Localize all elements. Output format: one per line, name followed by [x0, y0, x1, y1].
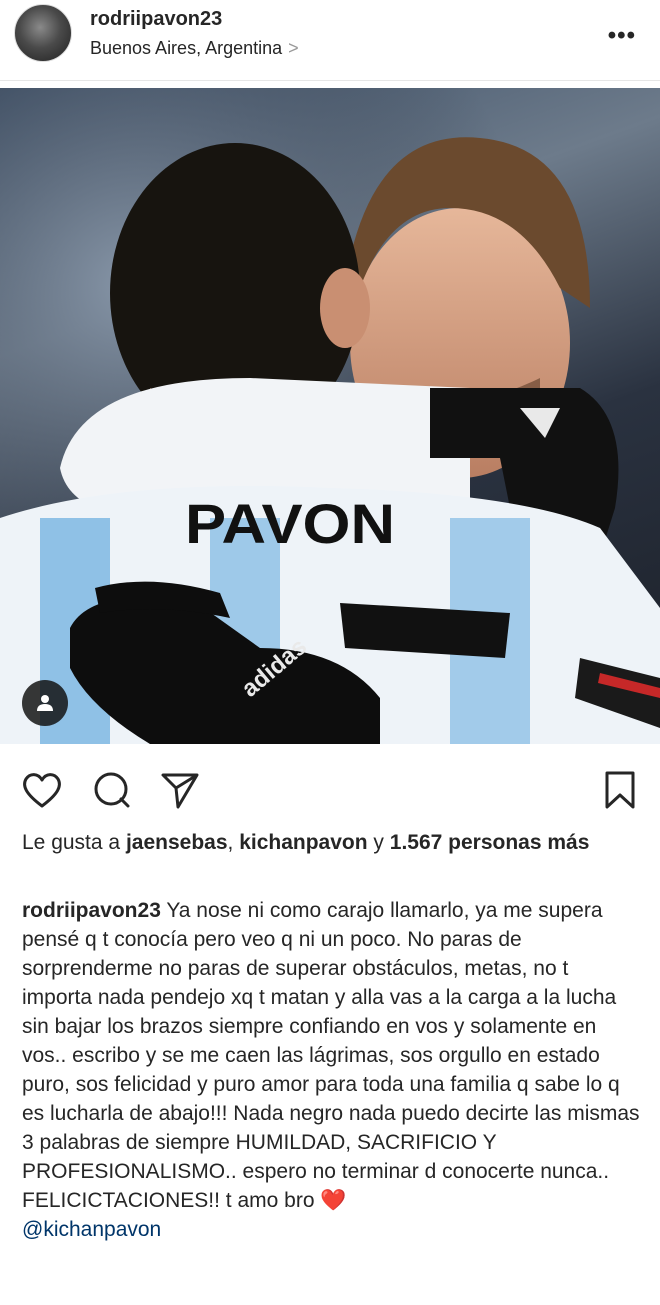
post-location[interactable]: Buenos Aires, Argentina >	[90, 38, 299, 59]
more-options-icon[interactable]: •••	[608, 22, 636, 50]
heart-emoji-icon: ❤️	[320, 1189, 347, 1212]
caption-username[interactable]: rodriipavon23	[22, 899, 161, 922]
heart-outline-icon[interactable]	[20, 768, 64, 812]
likes-prefix: Le gusta a	[22, 831, 121, 854]
bookmark-icon[interactable]	[598, 768, 642, 812]
location-text: Buenos Aires, Argentina	[90, 38, 283, 58]
post-caption: rodriipavon23 Ya nose ni como carajo lla…	[22, 896, 644, 1244]
caption-text: Ya nose ni como carajo llamarlo, ya me s…	[22, 899, 640, 1212]
likes-conj: y	[373, 831, 384, 854]
caption-mention[interactable]: @kichanpavon	[22, 1218, 161, 1241]
chevron-right-icon: >	[288, 38, 299, 58]
action-bar	[0, 760, 660, 820]
likes-summary[interactable]: Le gusta a jaensebas, kichanpavon y 1.56…	[22, 828, 642, 858]
paper-plane-icon[interactable]	[158, 768, 202, 812]
post-username[interactable]: rodriipavon23	[90, 8, 222, 31]
liker-1[interactable]: jaensebas	[126, 831, 228, 854]
photo-illustration: PAVON adidas	[0, 88, 660, 744]
header-divider	[0, 80, 660, 81]
comment-bubble-icon[interactable]	[90, 768, 134, 812]
likes-suffix[interactable]: personas más	[448, 831, 589, 854]
liker-2[interactable]: kichanpavon	[239, 831, 367, 854]
avatar[interactable]	[14, 4, 72, 62]
likes-separator: ,	[227, 831, 234, 854]
jersey-name-text: PAVON	[185, 492, 395, 555]
likes-count[interactable]: 1.567	[390, 831, 443, 854]
user-tag-icon[interactable]	[22, 680, 68, 726]
post-header: rodriipavon23 Buenos Aires, Argentina > •…	[0, 0, 660, 80]
post-photo[interactable]: PAVON adidas	[0, 88, 660, 744]
